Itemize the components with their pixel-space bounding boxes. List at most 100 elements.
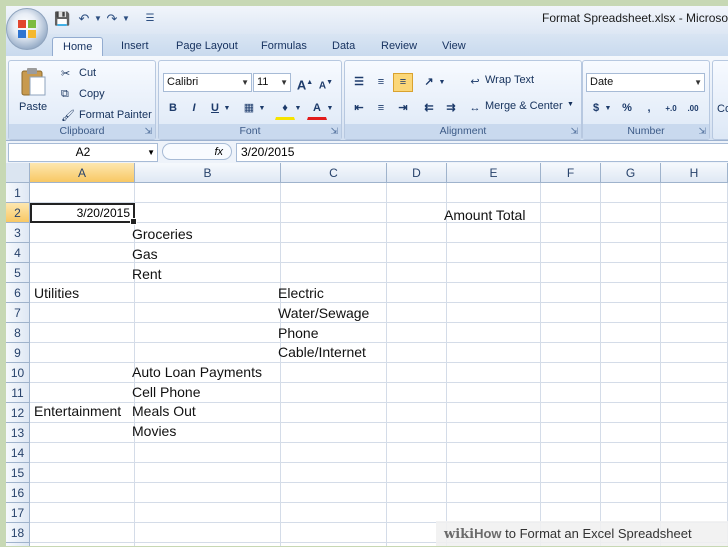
cell-a12[interactable]: Entertainment [34, 401, 121, 421]
copy-button[interactable]: Copy [79, 88, 105, 100]
active-cell-a2[interactable]: 3/20/2015 [30, 203, 137, 225]
currency-dropdown-icon[interactable]: ▼ [603, 99, 613, 118]
row-header-3[interactable]: 3 [6, 223, 30, 243]
align-center-icon[interactable]: ≡ [371, 99, 391, 118]
paste-button[interactable]: Paste [15, 65, 53, 117]
align-top-icon[interactable]: ☰ [349, 73, 369, 92]
percent-button[interactable]: % [617, 99, 637, 118]
font-name-select[interactable]: Calibri ▼ [163, 73, 252, 92]
cell-b11[interactable]: Cell Phone [132, 382, 201, 402]
cell-a6[interactable]: Utilities [34, 283, 79, 303]
column-header-a[interactable]: A [30, 163, 135, 183]
row-header-4[interactable]: 4 [6, 243, 30, 263]
merge-center-icon[interactable]: ↔ [465, 99, 485, 118]
number-launcher-icon[interactable]: ⇲ [698, 126, 706, 137]
row-header-10[interactable]: 10 [6, 363, 30, 383]
row-header-18[interactable]: 18 [6, 523, 30, 543]
column-header-e[interactable]: E [447, 163, 541, 183]
borders-dropdown-icon[interactable]: ▼ [257, 99, 267, 118]
grow-font-button[interactable]: A▲ [295, 73, 315, 92]
save-icon[interactable]: 💾 [54, 11, 70, 27]
font-launcher-icon[interactable]: ⇲ [330, 126, 338, 137]
chevron-down-icon[interactable]: ▼ [147, 144, 155, 161]
shrink-font-button[interactable]: A▼ [316, 73, 336, 92]
cell-b3[interactable]: Groceries [132, 224, 193, 244]
alignment-launcher-icon[interactable]: ⇲ [570, 126, 578, 137]
orientation-dropdown-icon[interactable]: ▼ [437, 73, 447, 92]
tab-view[interactable]: View [442, 37, 466, 56]
row-header-9[interactable]: 9 [6, 343, 30, 363]
conditional-formatting-button[interactable]: Co [717, 103, 728, 115]
name-box[interactable]: A2 ▼ [8, 143, 158, 162]
cell-c6[interactable]: Electric [278, 283, 324, 303]
wrap-text-icon[interactable]: ↩ [465, 73, 485, 92]
cut-icon[interactable]: ✂ [61, 67, 70, 80]
customize-icon[interactable]: ☰ [142, 11, 158, 27]
formula-input[interactable]: 3/20/2015 [236, 143, 728, 162]
row-header-2[interactable]: 2 [6, 203, 30, 223]
column-header-f[interactable]: F [541, 163, 601, 183]
font-size-select[interactable]: 11 ▼ [253, 73, 291, 92]
tab-page-layout[interactable]: Page Layout [176, 37, 238, 56]
cell-b10[interactable]: Auto Loan Payments [132, 362, 262, 382]
bold-button[interactable]: B [163, 99, 183, 118]
align-middle-icon[interactable]: ≡ [371, 73, 391, 92]
italic-button[interactable]: I [184, 99, 204, 118]
column-header-c[interactable]: C [281, 163, 387, 183]
row-header-5[interactable]: 5 [6, 263, 30, 283]
comma-button[interactable]: , [639, 99, 659, 118]
cut-button[interactable]: Cut [79, 67, 96, 79]
align-bottom-icon[interactable]: ≡ [393, 73, 413, 92]
align-left-icon[interactable]: ⇤ [349, 99, 369, 118]
increase-decimal-button[interactable]: +.0 [661, 99, 681, 118]
row-header-1[interactable]: 1 [6, 183, 30, 203]
cell-c9[interactable]: Cable/Internet [278, 342, 366, 362]
cell-e2[interactable]: Amount Total [444, 205, 525, 225]
font-color-dropdown-icon[interactable]: ▼ [325, 99, 335, 118]
merge-center-dropdown-icon[interactable]: ▼ [567, 101, 574, 108]
cell-b5[interactable]: Rent [132, 264, 162, 284]
column-header-h[interactable]: H [661, 163, 728, 183]
cell-b12[interactable]: Meals Out [132, 401, 196, 421]
row-header-7[interactable]: 7 [6, 303, 30, 323]
number-format-select[interactable]: Date ▼ [586, 73, 705, 92]
column-header-g[interactable]: G [601, 163, 661, 183]
format-painter-button[interactable]: Format Painter [79, 109, 152, 121]
insert-function-button[interactable]: fx [162, 143, 232, 160]
row-header-12[interactable]: 12 [6, 403, 30, 423]
increase-indent-icon[interactable]: ⇉ [441, 99, 461, 118]
row-header-6[interactable]: 6 [6, 283, 30, 303]
copy-icon[interactable]: ⧉ [61, 88, 69, 101]
row-header-17[interactable]: 17 [6, 503, 30, 523]
tab-home[interactable]: Home [52, 37, 104, 57]
format-painter-icon[interactable]: 🖌 [61, 109, 75, 122]
row-header-11[interactable]: 11 [6, 383, 30, 403]
borders-icon[interactable]: ▦ [239, 99, 259, 118]
row-header-15[interactable]: 15 [6, 463, 30, 483]
office-button[interactable] [6, 8, 48, 50]
wrap-text-button[interactable]: Wrap Text [485, 74, 534, 86]
cell-b13[interactable]: Movies [132, 421, 176, 441]
redo-dropdown-icon[interactable]: ▼ [118, 11, 134, 27]
underline-dropdown-icon[interactable]: ▼ [222, 99, 232, 118]
cell-b4[interactable]: Gas [132, 244, 158, 264]
fill-color-icon[interactable]: ♦ [275, 99, 295, 120]
row-header-14[interactable]: 14 [6, 443, 30, 463]
cell-c7[interactable]: Water/Sewage [278, 303, 369, 323]
column-header-d[interactable]: D [387, 163, 447, 183]
row-header-8[interactable]: 8 [6, 323, 30, 343]
column-header-b[interactable]: B [135, 163, 281, 183]
clipboard-launcher-icon[interactable]: ⇲ [144, 126, 152, 137]
decrease-indent-icon[interactable]: ⇇ [419, 99, 439, 118]
decrease-decimal-button[interactable]: .00 [683, 99, 703, 118]
tab-formulas[interactable]: Formulas [261, 37, 307, 56]
merge-center-button[interactable]: Merge & Center [485, 100, 563, 112]
align-right-icon[interactable]: ⇥ [393, 99, 413, 118]
cell-c8[interactable]: Phone [278, 323, 318, 343]
tab-review[interactable]: Review [381, 37, 417, 56]
row-header-16[interactable]: 16 [6, 483, 30, 503]
font-color-button[interactable]: A [307, 99, 327, 120]
select-all-button[interactable] [6, 163, 30, 183]
tab-insert[interactable]: Insert [121, 37, 149, 56]
orientation-icon[interactable]: ↗ [419, 73, 439, 92]
